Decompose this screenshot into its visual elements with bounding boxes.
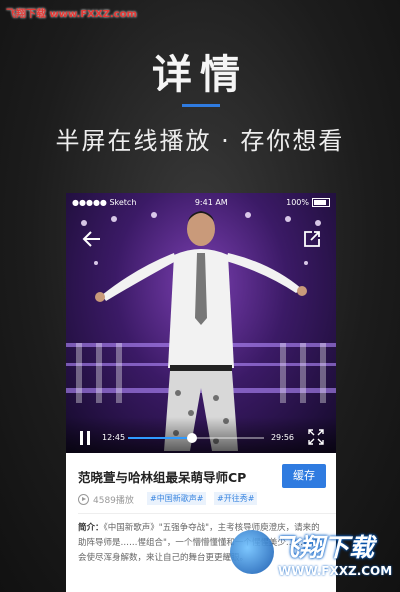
video-player[interactable]: ●●●●● Sketch 9:41 AM 100% 12:45 29:56 — [66, 193, 336, 453]
view-count-label: 4589播放 — [93, 496, 134, 506]
video-title: 范晓萱与哈林组最呆萌导师CP — [78, 470, 247, 485]
stage-scene-image — [66, 211, 336, 451]
progress-bar[interactable] — [128, 433, 264, 443]
carrier-label: ●●●●● Sketch — [72, 197, 137, 207]
tag-chip[interactable]: #开往秀# — [214, 492, 258, 505]
pause-icon[interactable] — [78, 431, 92, 445]
fullscreen-icon[interactable] — [308, 429, 324, 445]
watermark-top-text: 飞翔下载 www.FXXZ.com — [6, 9, 137, 20]
title-underline — [182, 104, 220, 107]
divider — [78, 513, 336, 514]
back-arrow-icon[interactable] — [80, 227, 104, 251]
cache-button[interactable]: 缓存 — [282, 464, 326, 488]
battery-label: 100% — [286, 197, 309, 207]
page-title: 详情 — [152, 52, 248, 98]
play-count-icon — [78, 494, 89, 505]
battery-icon — [311, 197, 330, 207]
page-subtitle: 半屏在线播放 · 存你想看 — [55, 127, 345, 155]
total-time: 29:56 — [270, 433, 294, 442]
watermark-logo-text: 飞翔下载 — [274, 533, 375, 562]
battery-status: 100% — [286, 197, 330, 207]
status-bar: ●●●●● Sketch 9:41 AM 100% — [72, 196, 330, 208]
tag-chip[interactable]: #中国新歌声# — [147, 492, 207, 505]
share-icon[interactable] — [302, 229, 322, 249]
progress-fill — [128, 437, 192, 439]
clock-label: 9:41 AM — [194, 197, 228, 207]
current-time: 12:45 — [102, 433, 126, 442]
intro-label: 简介： — [78, 523, 104, 533]
progress-knob[interactable] — [186, 433, 197, 443]
player-controls: 12:45 29:56 — [66, 417, 336, 453]
watermark-logo-url: WWW.FXXZ.COM — [278, 564, 393, 578]
view-count: 4589播放 — [78, 493, 134, 506]
watermark-logo: 飞翔下载 WWW.FXXZ.COM — [228, 522, 400, 592]
watermark-logo-icon — [230, 530, 274, 574]
